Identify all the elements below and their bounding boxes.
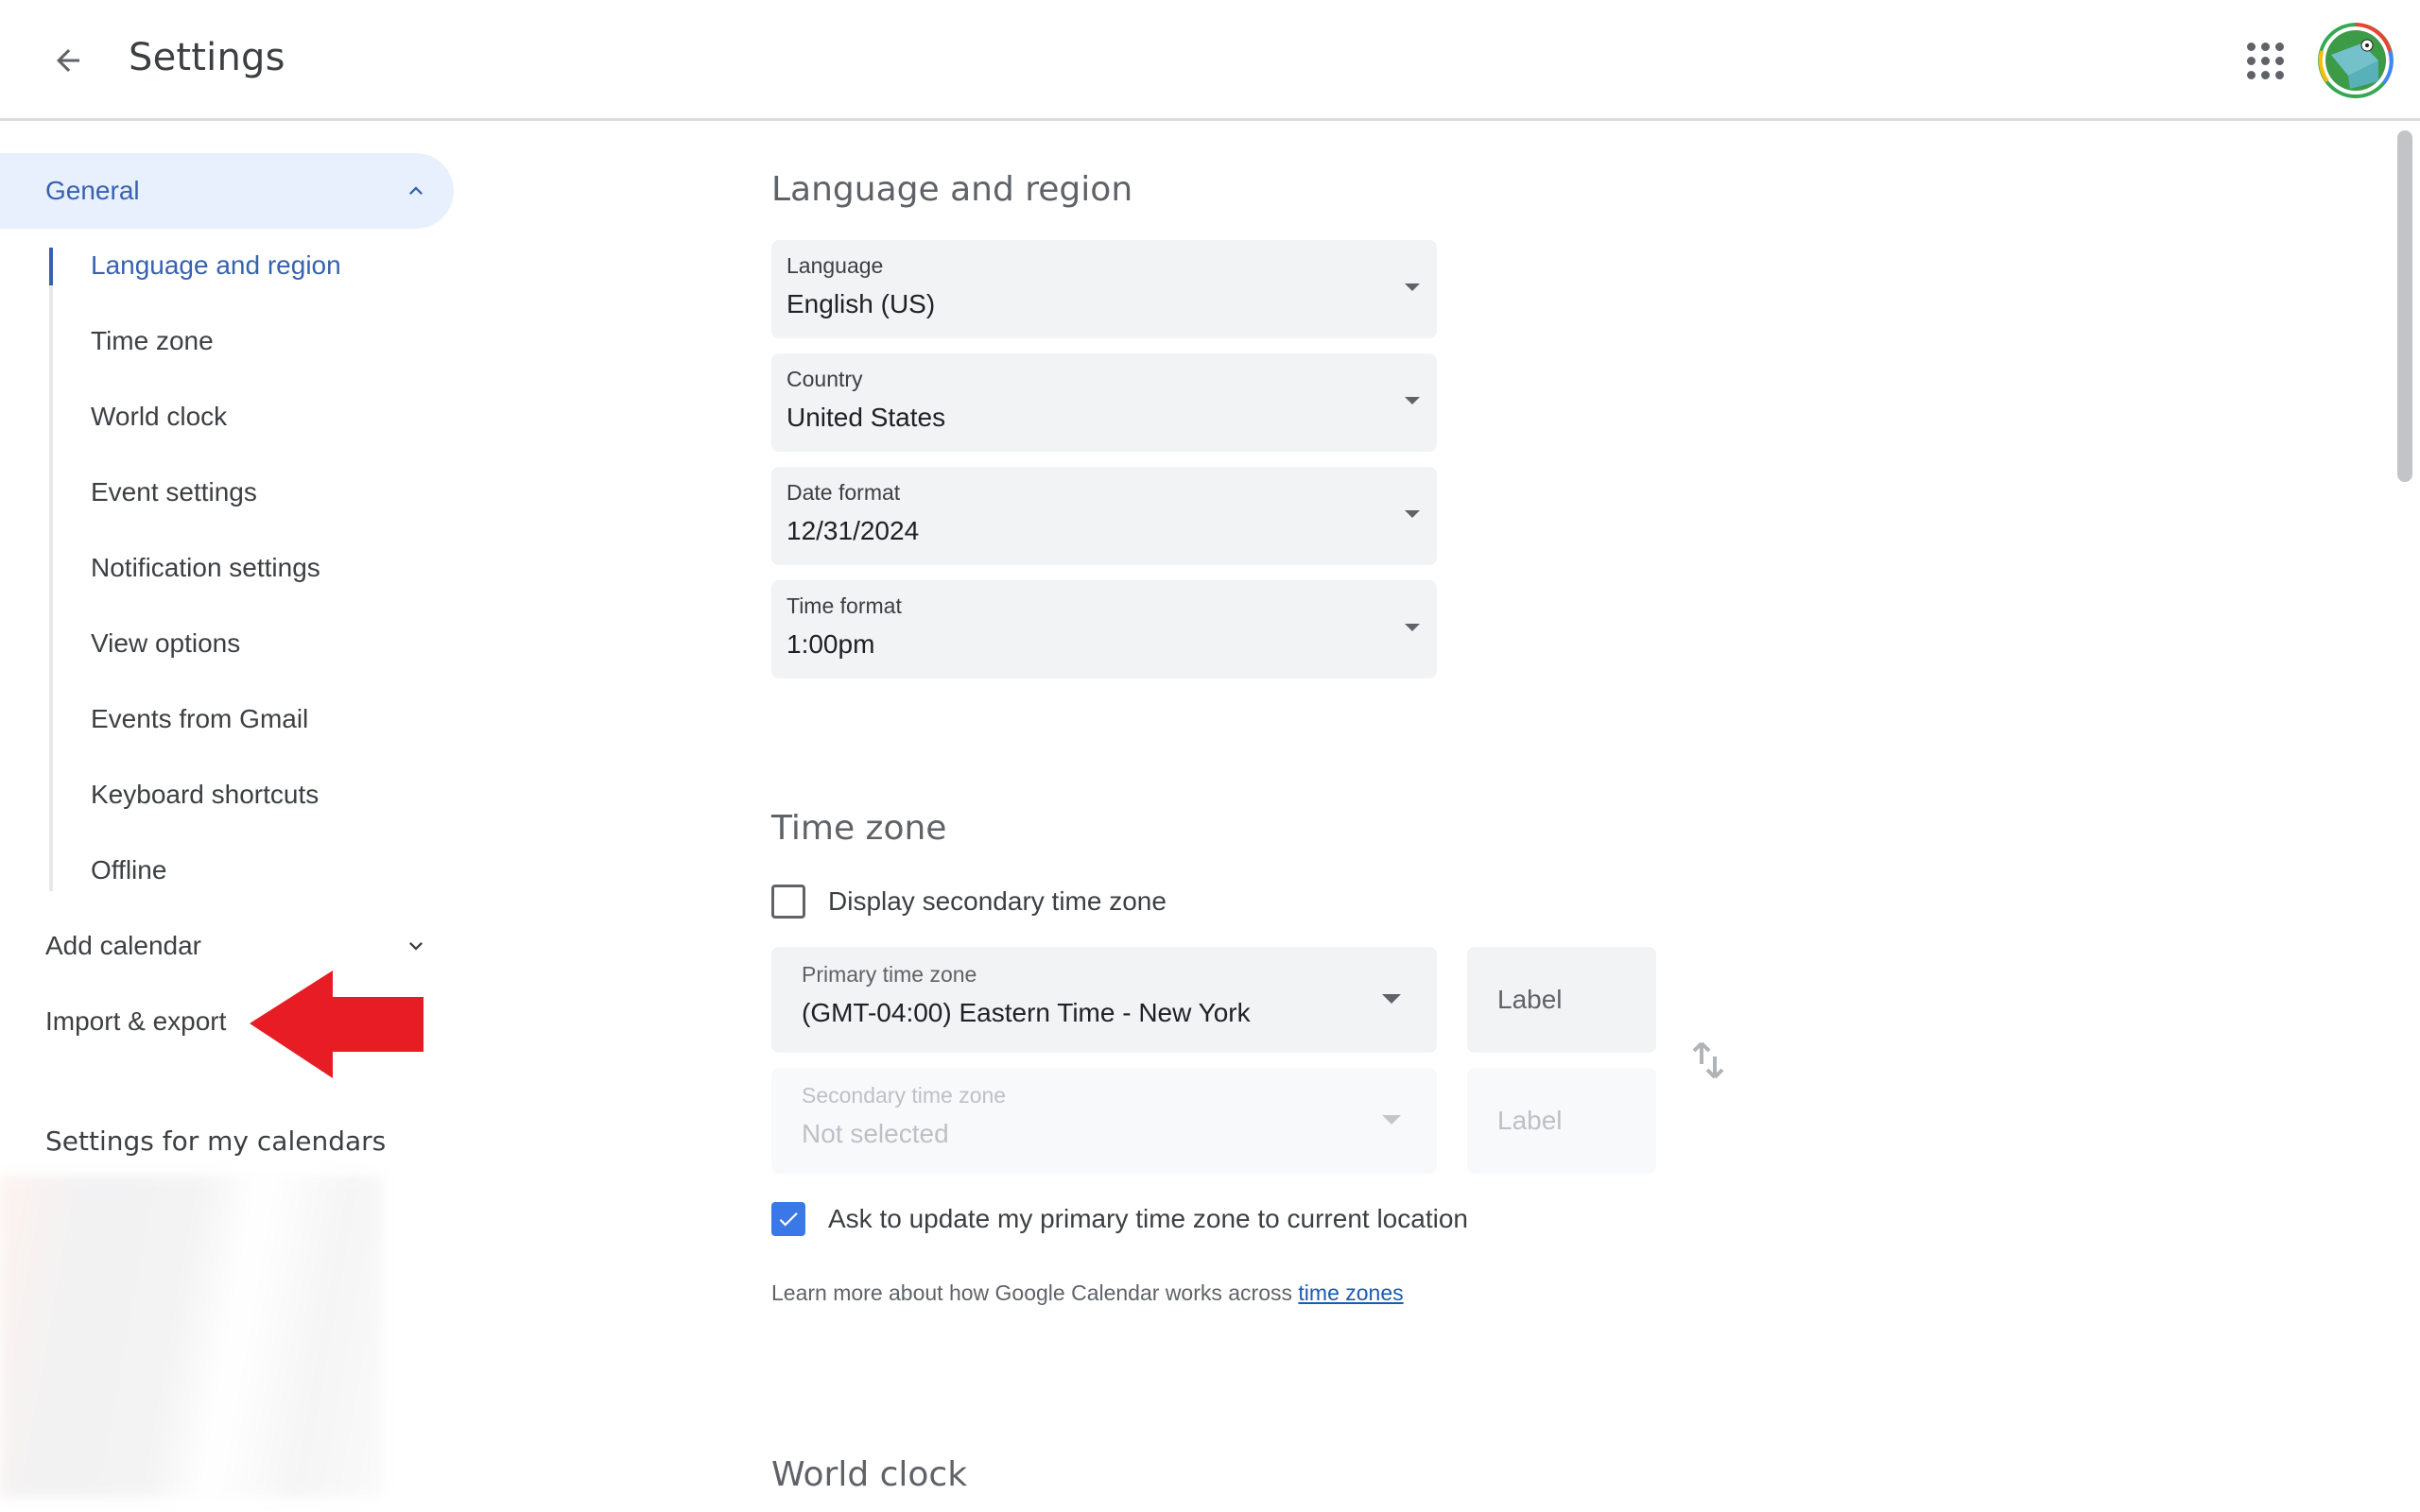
scrollbar-thumb[interactable] (2397, 130, 2412, 482)
secondary-tz-label-input: Label (1467, 1068, 1656, 1174)
sidebar-item-general[interactable]: General (0, 153, 454, 229)
apps-grid-dot (2274, 56, 2284, 65)
blurred-calendar-list (0, 1176, 383, 1497)
sidebar-item-keyboard-shortcuts[interactable]: Keyboard shortcuts (91, 780, 319, 810)
language-select[interactable]: Language English (US) (771, 240, 1437, 338)
dropdown-arrow-icon (1405, 510, 1420, 518)
field-label: Language (786, 253, 884, 278)
primary-time-zone-select[interactable]: Primary time zone (GMT-04:00) Eastern Ti… (771, 947, 1437, 1053)
time-zone-help-text: Learn more about how Google Calendar wor… (771, 1280, 1404, 1306)
date-format-select[interactable]: Date format 12/31/2024 (771, 467, 1437, 565)
section-title-world-clock: World clock (771, 1455, 968, 1494)
field-label: Secondary time zone (802, 1083, 1007, 1108)
ask-update-tz-checkbox[interactable] (771, 1202, 805, 1236)
sidebar-item-time-zone[interactable]: Time zone (91, 326, 214, 356)
dropdown-arrow-icon (1405, 397, 1420, 404)
chevron-up-icon[interactable] (403, 178, 429, 204)
sidebar-item-world-clock[interactable]: World clock (91, 402, 227, 432)
sidebar-item-events-from-gmail[interactable]: Events from Gmail (91, 704, 308, 734)
field-label: Country (786, 367, 863, 391)
field-value: Not selected (802, 1119, 949, 1148)
sidebar-item-event-settings[interactable]: Event settings (91, 477, 257, 507)
sidebar-item-offline[interactable]: Offline (91, 855, 166, 885)
field-value: English (US) (786, 289, 936, 318)
dropdown-arrow-icon (1382, 1115, 1401, 1125)
back-button[interactable] (42, 34, 95, 87)
primary-tz-label-input[interactable]: Label (1467, 947, 1656, 1053)
time-format-select[interactable]: Time format 1:00pm (771, 580, 1437, 679)
field-value: United States (786, 403, 946, 432)
page-title: Settings (129, 36, 285, 79)
sidebar-item-language-and-region[interactable]: Language and region (91, 250, 341, 281)
swap-time-zones-icon[interactable] (1690, 1040, 1728, 1081)
section-title-time-zone: Time zone (771, 809, 947, 848)
dropdown-arrow-icon (1405, 284, 1420, 291)
field-value: (GMT-04:00) Eastern Time - New York (802, 998, 1251, 1027)
submenu-active-indicator (49, 248, 53, 285)
sidebar-item-label: General (45, 176, 140, 205)
arrow-back-icon (57, 49, 79, 72)
sidebar-item-notification-settings[interactable]: Notification settings (91, 553, 320, 583)
help-text-body: Learn more about how Google Calendar wor… (771, 1280, 1299, 1305)
field-label: Time format (786, 593, 902, 618)
submenu-track (49, 248, 53, 891)
apps-grid-dot (2246, 70, 2256, 79)
app-header: Settings (0, 0, 2420, 121)
avatar[interactable] (2318, 23, 2394, 98)
field-value: 12/31/2024 (786, 516, 920, 545)
sidebar-item-import-export[interactable]: Import & export (45, 1006, 226, 1037)
settings-sidebar: General Language and region Time zone Wo… (0, 124, 473, 1512)
apps-grid-dot (2260, 42, 2270, 51)
field-label: Primary time zone (802, 962, 977, 987)
my-calendars-heading: Settings for my calendars (45, 1125, 387, 1157)
field-label: Date format (786, 480, 901, 505)
dropdown-arrow-icon (1382, 994, 1401, 1004)
apps-grid-dot (2246, 42, 2256, 51)
ask-update-tz-label[interactable]: Ask to update my primary time zone to cu… (828, 1204, 1468, 1234)
google-apps-button[interactable] (2242, 38, 2288, 83)
red-arrow-annotation (250, 971, 424, 1078)
dropdown-arrow-icon (1405, 624, 1420, 631)
display-secondary-tz-label[interactable]: Display secondary time zone (828, 886, 1167, 917)
chevron-down-icon[interactable] (403, 933, 429, 959)
label-placeholder: Label (1497, 985, 1563, 1014)
field-value: 1:00pm (786, 629, 875, 659)
apps-grid-dot (2260, 56, 2270, 65)
section-title-language-region: Language and region (771, 170, 1133, 209)
sidebar-item-add-calendar[interactable]: Add calendar (45, 931, 201, 961)
label-placeholder: Label (1497, 1106, 1563, 1135)
sidebar-item-view-options[interactable]: View options (91, 628, 240, 659)
time-zones-link[interactable]: time zones (1298, 1280, 1403, 1305)
apps-grid-dot (2246, 56, 2256, 65)
apps-grid-dot (2274, 70, 2284, 79)
apps-grid-dot (2274, 42, 2284, 51)
display-secondary-tz-checkbox[interactable] (771, 885, 805, 919)
secondary-time-zone-select: Secondary time zone Not selected (771, 1068, 1437, 1174)
country-select[interactable]: Country United States (771, 353, 1437, 452)
checkmark-icon (779, 1212, 798, 1227)
apps-grid-dot (2260, 70, 2270, 79)
